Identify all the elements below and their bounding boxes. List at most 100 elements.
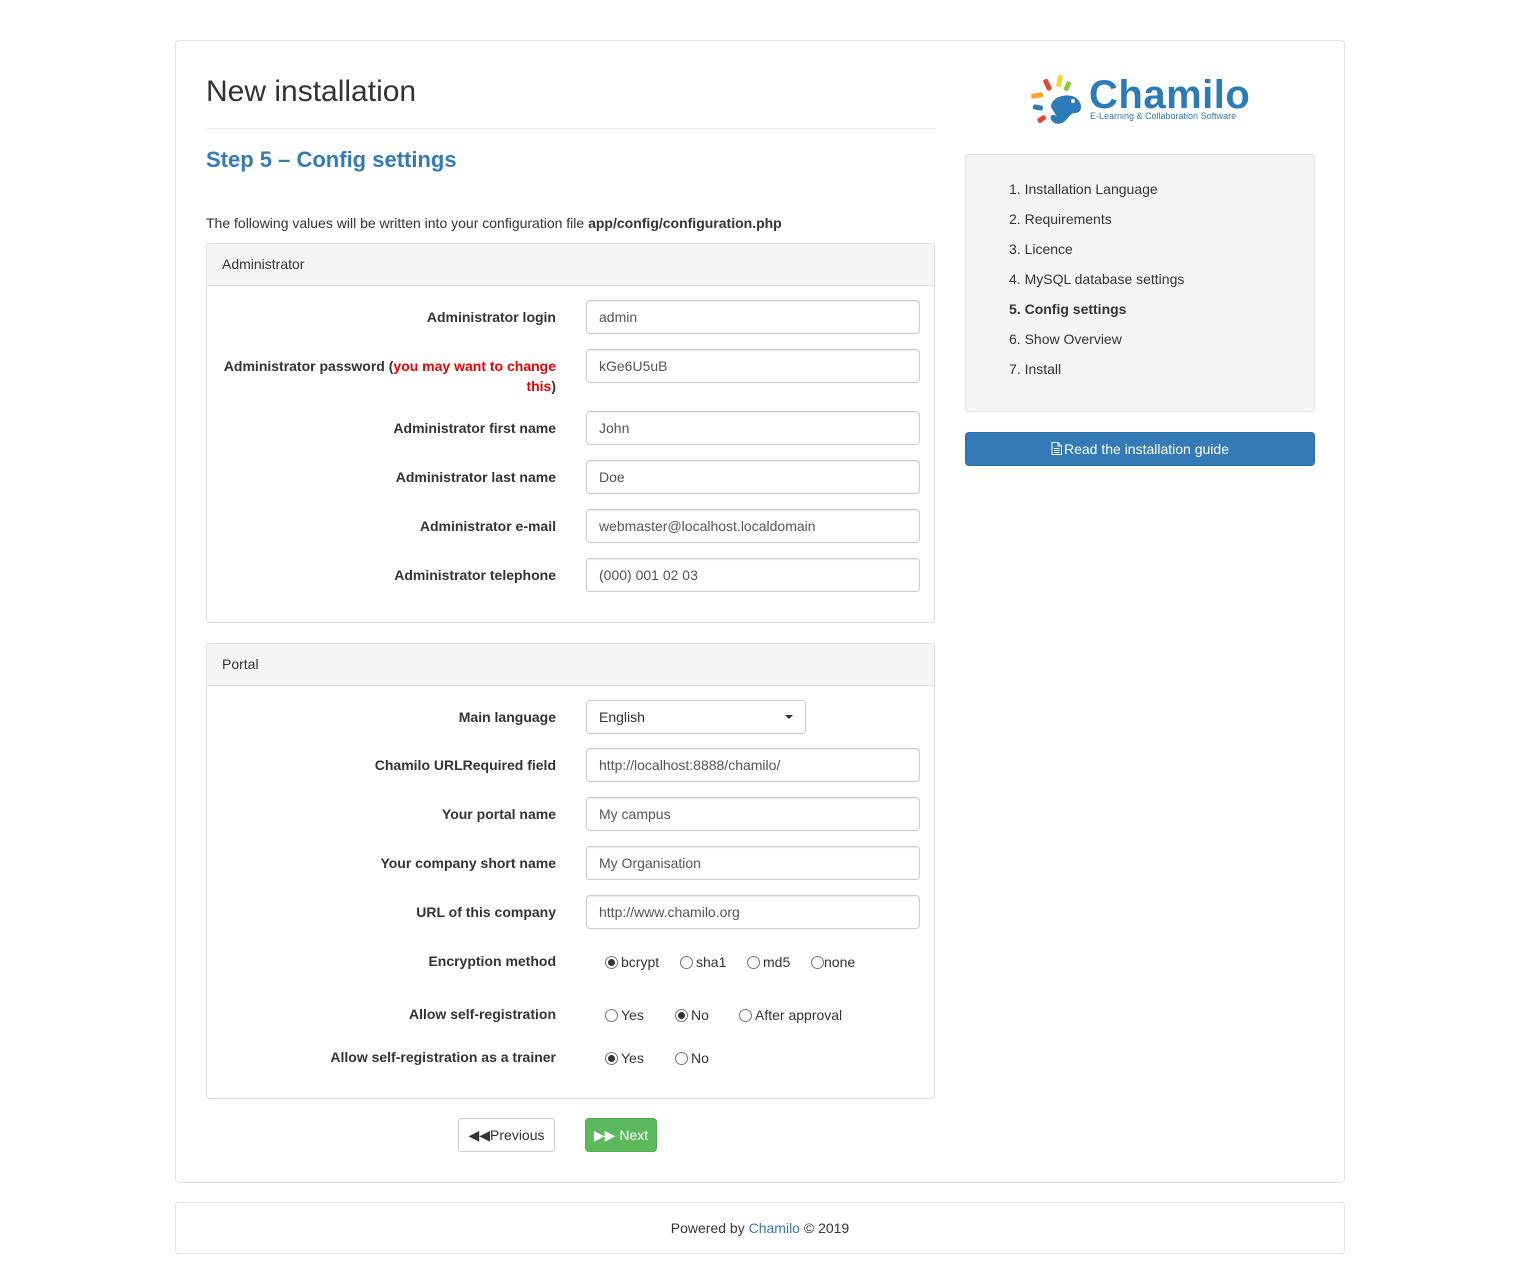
option-label: Yes — [621, 1007, 644, 1023]
config-file-path: app/config/configuration.php — [588, 215, 782, 231]
self-registration-row: Allow self-registration Yes No After app… — [207, 997, 934, 1031]
step-title: Step 5 – Config settings — [206, 147, 457, 172]
step-item: 1. Installation Language — [1009, 179, 1158, 199]
caret-down-icon — [785, 715, 793, 719]
step-label: Config settings — [1024, 301, 1127, 317]
intro-sentence: The following values will be written int… — [206, 215, 589, 231]
step-label: Licence — [1024, 241, 1073, 257]
step-number: 1. — [1009, 181, 1021, 197]
company-name-label: Your company short name — [380, 855, 556, 871]
admin-password-label: Administrator password (you may want to … — [216, 356, 556, 396]
admin-phone-input[interactable] — [586, 558, 920, 592]
intro-text: The following values will be written int… — [206, 215, 782, 231]
radio-checked-icon[interactable] — [605, 1052, 618, 1065]
admin-email-input[interactable] — [586, 509, 920, 543]
step-label: Installation Language — [1024, 181, 1158, 197]
step-label: Show Overview — [1024, 331, 1122, 347]
trainer-registration-label: Allow self-registration as a trainer — [330, 1049, 556, 1065]
company-url-label: URL of this company — [416, 904, 556, 920]
previous-button[interactable]: ◀◀Previous — [458, 1118, 555, 1152]
step-label: MySQL database settings — [1024, 271, 1185, 287]
step-item: 2. Requirements — [1009, 209, 1112, 229]
admin-lastname-label: Administrator last name — [395, 469, 556, 485]
portal-fieldset: Portal Main language English Chamilo URL… — [206, 643, 935, 1099]
encryption-option-sha1[interactable]: sha1 — [680, 952, 726, 972]
step-number: 3. — [1009, 241, 1021, 257]
self-registration-yes[interactable]: Yes — [605, 1005, 644, 1025]
encryption-row: Encryption method bcrypt sha1 md5 none — [207, 944, 934, 978]
installation-guide-label: Read the installation guide — [1063, 441, 1229, 457]
step-number: 2. — [1009, 211, 1021, 227]
step-number: 5. — [1009, 301, 1021, 317]
admin-firstname-input[interactable] — [586, 411, 920, 445]
footer-copyright: © 2019 — [799, 1220, 850, 1236]
admin-firstname-label: Administrator first name — [393, 420, 556, 436]
encryption-option-bcrypt[interactable]: bcrypt — [605, 952, 659, 972]
admin-phone-label: Administrator telephone — [394, 567, 556, 583]
next-label: Next — [619, 1127, 649, 1143]
installation-steps-panel: 1. Installation Language 2. Requirements… — [965, 154, 1315, 412]
radio-icon[interactable] — [739, 1009, 752, 1022]
option-label: sha1 — [696, 954, 727, 970]
step-item: 7. Install — [1009, 359, 1061, 379]
trainer-registration-no[interactable]: No — [675, 1048, 709, 1068]
document-icon — [1051, 442, 1062, 455]
portal-name-input[interactable] — [586, 797, 920, 831]
radio-icon[interactable] — [747, 956, 760, 969]
option-label: none — [824, 954, 856, 970]
admin-login-input[interactable] — [586, 300, 920, 334]
company-name-input[interactable] — [586, 846, 920, 880]
main-language-value: English — [599, 709, 645, 725]
main-language-select[interactable]: English — [586, 700, 806, 734]
step-item-active: 5. Config settings — [1009, 299, 1126, 319]
footer-chamilo-link[interactable]: Chamilo — [749, 1220, 800, 1236]
forward-icon: ▶▶ — [593, 1127, 616, 1143]
option-label: After approval — [755, 1007, 843, 1023]
footer-prefix: Powered by — [670, 1220, 749, 1236]
admin-lastname-input[interactable] — [586, 460, 920, 494]
admin-password-warning: you may want to change this — [393, 358, 556, 394]
radio-icon[interactable] — [675, 1052, 688, 1065]
installation-guide-button[interactable]: Read the installation guide — [965, 432, 1315, 466]
admin-login-label: Administrator login — [426, 309, 556, 325]
admin-email-label: Administrator e-mail — [419, 518, 556, 534]
step-label: Install — [1024, 361, 1062, 377]
step-number: 6. — [1009, 331, 1021, 347]
main-panel: New installation Step 5 – Config setting… — [175, 40, 1345, 1183]
encryption-label: Encryption method — [428, 953, 556, 969]
administrator-legend: Administrator — [207, 244, 934, 286]
company-url-input[interactable] — [586, 895, 920, 929]
footer: Powered by Chamilo © 2019 — [175, 1202, 1345, 1254]
step-item: 4. MySQL database settings — [1009, 269, 1184, 289]
encryption-option-md5[interactable]: md5 — [747, 952, 790, 972]
radio-checked-icon[interactable] — [605, 956, 618, 969]
option-label: No — [691, 1050, 709, 1066]
self-registration-after-approval[interactable]: After approval — [739, 1005, 842, 1025]
radio-icon[interactable] — [605, 1009, 618, 1022]
self-registration-label: Allow self-registration — [408, 1006, 556, 1022]
backward-icon: ◀◀ — [468, 1127, 491, 1143]
radio-checked-icon[interactable] — [675, 1009, 688, 1022]
logo-tagline: E-Learning & Collaboration Software — [1090, 111, 1237, 121]
paren-close: ) — [551, 378, 556, 394]
chamilo-url-input[interactable] — [586, 748, 920, 782]
main-language-label: Main language — [458, 709, 556, 725]
option-label: md5 — [763, 954, 791, 970]
trainer-registration-yes[interactable]: Yes — [605, 1048, 644, 1068]
title-divider — [206, 128, 935, 129]
admin-password-label-text: Administrator password — [223, 358, 389, 374]
option-label: Yes — [621, 1050, 644, 1066]
step-item: 3. Licence — [1009, 239, 1073, 259]
option-label: bcrypt — [621, 954, 660, 970]
trainer-registration-row: Allow self-registration as a trainer Yes… — [207, 1040, 934, 1074]
radio-icon[interactable] — [680, 956, 693, 969]
administrator-fieldset: Administrator Administrator login Admini… — [206, 243, 935, 623]
self-registration-no[interactable]: No — [675, 1005, 709, 1025]
admin-password-input[interactable] — [586, 349, 920, 383]
next-button[interactable]: ▶▶ Next — [585, 1118, 657, 1152]
encryption-option-none[interactable]: none — [811, 952, 855, 972]
option-label: No — [691, 1007, 709, 1023]
chameleon-icon — [1031, 75, 1082, 124]
radio-icon[interactable] — [811, 956, 824, 969]
step-number: 4. — [1009, 271, 1021, 287]
